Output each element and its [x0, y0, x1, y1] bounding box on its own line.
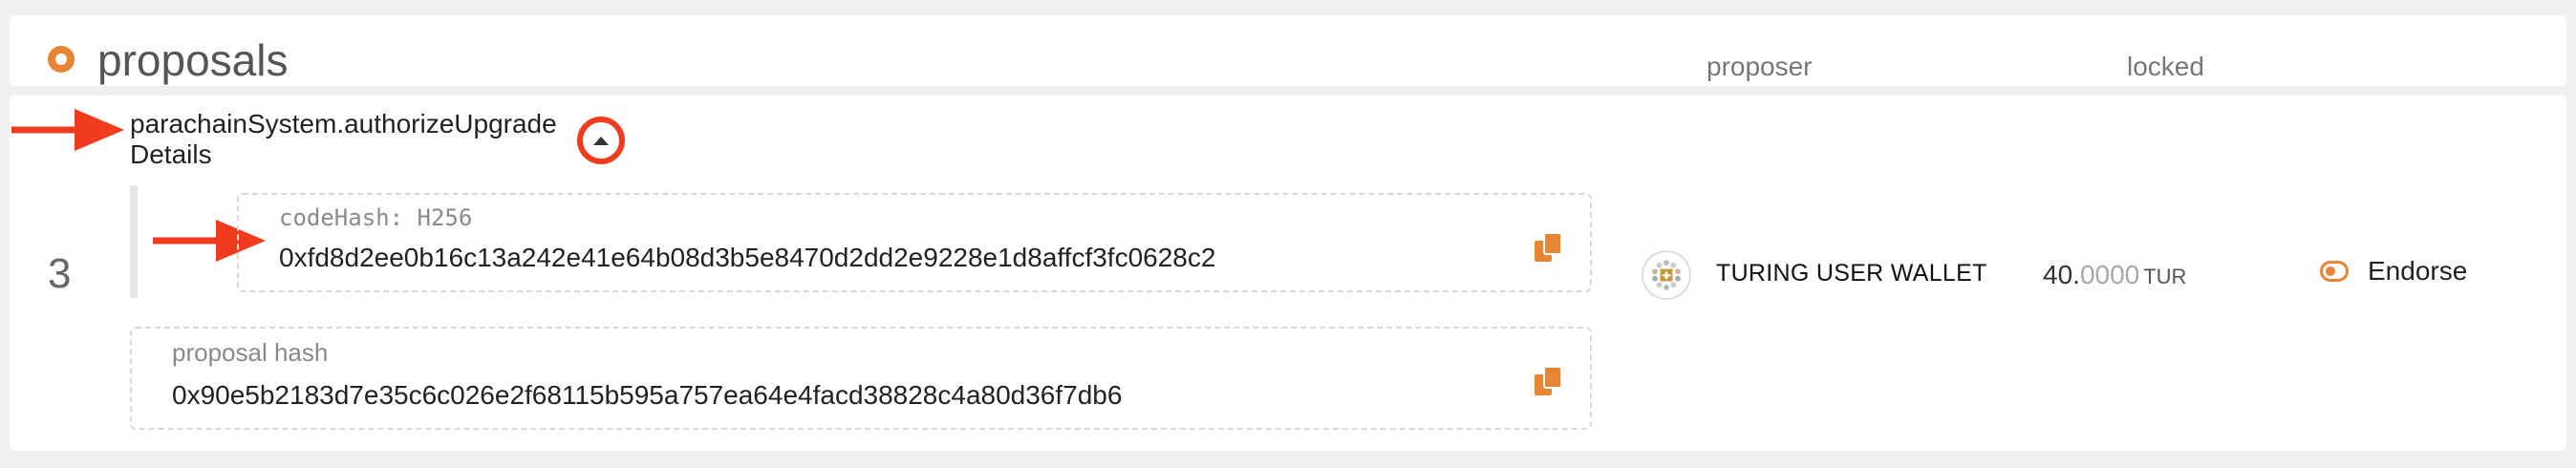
- proposal-hash-label: proposal hash: [172, 338, 329, 367]
- identicon-avatar-icon[interactable]: [1642, 250, 1691, 300]
- collapse-toggle-button[interactable]: [577, 117, 625, 164]
- chevron-up-icon: [593, 136, 609, 145]
- balance-decimals: 0000: [2079, 260, 2140, 289]
- annotation-arrow-icon: [11, 109, 124, 151]
- endorse-button[interactable]: Endorse: [2320, 256, 2467, 287]
- balance-unit: TUR: [2143, 265, 2187, 288]
- param-label: codeHash: H256: [279, 204, 473, 231]
- toggle-icon: [2320, 261, 2349, 282]
- proposal-index: 3: [48, 250, 72, 297]
- params-divider: [130, 185, 138, 298]
- details-toggle-label[interactable]: Details: [130, 139, 212, 170]
- proposal-hash-value: 0x90e5b2183d7e35c6c026e2f68115b595a757ea…: [172, 380, 1123, 410]
- column-header-proposer: proposer: [1707, 52, 1813, 81]
- param-codehash: codeHash: H256 0xfd8d2ee0b16c13a242e41e6…: [237, 193, 1592, 292]
- endorse-label: Endorse: [2368, 256, 2468, 286]
- column-header-locked: locked: [2127, 52, 2204, 81]
- proposer-name[interactable]: TURING USER WALLET: [1716, 260, 1987, 287]
- balance-integer: 40.: [2043, 260, 2080, 289]
- proposal-method: parachainSystem.authorizeUpgrade: [130, 109, 557, 138]
- locked-balance: 40.0000 TUR: [2043, 260, 2186, 290]
- proposal-hash-box: proposal hash 0x90e5b2183d7e35c6c026e2f6…: [130, 327, 1592, 430]
- section-title: proposals: [97, 35, 289, 85]
- copy-icon[interactable]: [1535, 233, 1563, 264]
- proposals-header: proposals proposer locked: [10, 15, 2566, 86]
- param-value: 0xfd8d2ee0b16c13a242e41e64b08d3b5e8470d2…: [279, 243, 1216, 272]
- status-dot-icon: [48, 46, 75, 73]
- copy-icon[interactable]: [1535, 367, 1563, 397]
